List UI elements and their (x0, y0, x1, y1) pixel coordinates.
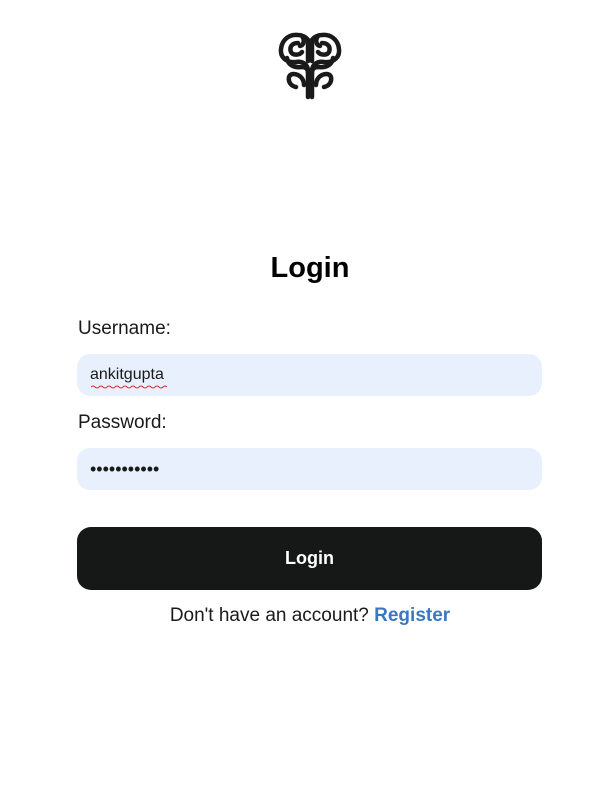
password-label: Password: (78, 412, 167, 433)
page-title: Login (270, 252, 350, 284)
login-button[interactable]: Login (77, 527, 542, 590)
username-label: Username: (78, 318, 171, 339)
brain-icon (276, 31, 344, 101)
register-prompt-text: Don't have an account? (169, 605, 369, 626)
password-field[interactable] (77, 448, 542, 490)
register-link[interactable]: Register (374, 605, 450, 626)
login-page: Login Username: Password: Login Don't ha… (0, 0, 606, 806)
username-field[interactable] (77, 354, 542, 396)
register-prompt: Don't have an account? Register (0, 605, 606, 627)
